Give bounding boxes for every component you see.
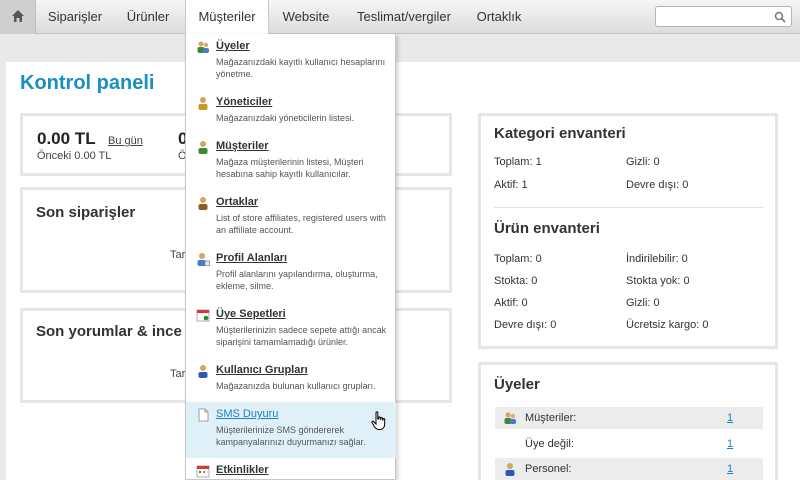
menu-item-customers[interactable]: Müşteriler Mağaza müşterilerinin listesi…	[186, 134, 396, 190]
cart-icon	[196, 309, 210, 322]
search-icon[interactable]	[774, 11, 786, 23]
nav-affiliate[interactable]: Ortaklık	[468, 0, 530, 34]
menu-item-title[interactable]: Ortaklar	[216, 196, 258, 208]
menu-item-title[interactable]: Profil Alanları	[216, 252, 287, 264]
sales-period-link[interactable]: Bu gün	[108, 135, 143, 147]
inventory-divider	[494, 207, 764, 208]
page-title: Kontrol paneli	[20, 72, 155, 94]
category-inventory-title: Kategori envanteri	[494, 125, 626, 142]
product-downloadable: İndirilebilir: 0	[626, 253, 688, 265]
home-button[interactable]	[0, 0, 36, 34]
recent-orders-text: Tar	[170, 249, 186, 261]
menu-item-members[interactable]: Üyeler Mağazanızdaki kayıtlı kullanıcı h…	[186, 34, 396, 90]
nav-products[interactable]: Ürünler	[114, 0, 182, 34]
admin-icon	[198, 97, 208, 110]
members-row-value[interactable]: 1	[727, 412, 733, 424]
menu-item-user-groups[interactable]: Kullanıcı Grupları Mağazanızda bulunan k…	[186, 358, 396, 402]
menu-item-affiliates[interactable]: Ortaklar List of store affiliates, regis…	[186, 190, 396, 246]
recent-orders-title: Son siparişler	[36, 204, 136, 221]
menu-item-desc: Mağazanızdaki yöneticilerin listesi.	[216, 113, 355, 123]
category-total: Toplam: 1	[494, 156, 542, 168]
menu-item-desc: Mağaza müşterilerinin listesi, Müşteri h…	[216, 157, 364, 179]
nav-website[interactable]: Website	[272, 0, 340, 34]
members-row-value[interactable]: 1	[727, 463, 733, 475]
menu-item-title[interactable]: Müşteriler	[216, 140, 269, 152]
menu-item-desc: Müşterilerinize SMS göndererek kampanyal…	[216, 425, 366, 447]
nav-shipping-taxes[interactable]: Teslimat/vergiler	[346, 0, 462, 34]
sms-icon	[198, 408, 209, 422]
nav-orders[interactable]: Siparişler	[38, 0, 112, 34]
menu-item-admins[interactable]: Yöneticiler Mağazanızdaki yöneticilerin …	[186, 90, 396, 134]
inventory-box: Kategori envanteri Toplam: 1 Gizli: 0 Ak…	[478, 113, 778, 349]
menu-item-events[interactable]: Etkinlikler	[186, 458, 396, 480]
recent-reviews-title: Son yorumlar & ince	[36, 323, 182, 340]
profile-fields-icon	[197, 253, 210, 266]
customers-icon	[504, 412, 516, 424]
menu-item-title[interactable]: Üye Sepetleri	[216, 308, 286, 320]
product-hidden: Gizli: 0	[626, 297, 660, 309]
staff-icon	[505, 463, 515, 476]
sales-previous: Önceki 0.00 TL	[37, 150, 112, 162]
members-row: Üye değil: 1	[495, 433, 763, 455]
top-navigation: Siparişler Ürünler Müşteriler Website Te…	[0, 0, 800, 35]
category-active: Aktif: 1	[494, 179, 528, 191]
customer-icon	[198, 141, 208, 154]
menu-item-title[interactable]: Kullanıcı Grupları	[216, 364, 308, 376]
product-disabled: Devre dışı: 0	[494, 319, 557, 331]
menu-item-title[interactable]: Üyeler	[216, 40, 250, 52]
product-free-shipping: Ücretsiz kargo: 0	[626, 319, 709, 331]
product-in-stock: Stokta: 0	[494, 275, 538, 287]
menu-item-title[interactable]: Etkinlikler	[216, 464, 269, 476]
nav-customers[interactable]: Müşteriler	[185, 0, 269, 35]
home-icon	[12, 10, 24, 22]
menu-item-profile-fields[interactable]: Profil Alanları Profil alanlarını yapıla…	[186, 246, 396, 302]
menu-item-member-carts[interactable]: Üye Sepetleri Müşterilerinizin sadece se…	[186, 302, 396, 358]
sales-amount: 0.00 TL	[37, 129, 96, 148]
members-row-label: Personel:	[525, 463, 572, 475]
members-row-value[interactable]: 1	[727, 438, 733, 450]
hand-cursor-icon	[371, 411, 386, 430]
members-row: Personel: 1	[495, 458, 763, 480]
menu-item-desc: Müşterilerinizin sadece sepete attığı an…	[216, 325, 387, 347]
affiliate-icon	[198, 197, 208, 210]
search-input[interactable]	[655, 6, 792, 27]
category-disabled: Devre dışı: 0	[626, 179, 689, 191]
customers-dropdown-menu: Üyeler Mağazanızdaki kayıtlı kullanıcı h…	[185, 34, 396, 480]
members-row-label: Müşteriler:	[525, 412, 577, 424]
user-groups-icon	[198, 365, 208, 378]
members-title: Üyeler	[494, 376, 540, 393]
menu-item-desc: Profil alanlarını yapılandırma, oluşturm…	[216, 269, 378, 291]
product-out-of-stock: Stokta yok: 0	[626, 275, 690, 287]
members-row: Müşteriler: 1	[495, 407, 763, 429]
menu-item-sms-announcement[interactable]: SMS Duyuru Müşterilerinize SMS gönderere…	[186, 402, 396, 458]
calendar-icon	[196, 465, 210, 478]
menu-item-desc: Mağazanızdaki kayıtlı kullanıcı hesaplar…	[216, 57, 386, 79]
members-row-label: Üye değil:	[525, 438, 574, 450]
users-icon	[197, 41, 209, 53]
menu-item-title[interactable]: Yöneticiler	[216, 96, 272, 108]
menu-item-desc: Mağazanızda bulunan kullanıcı grupları.	[216, 381, 376, 391]
recent-reviews-text: Tar	[170, 368, 186, 380]
menu-item-desc: List of store affiliates, registered use…	[216, 213, 386, 235]
product-inventory-title: Ürün envanteri	[494, 220, 600, 237]
menu-item-title[interactable]: SMS Duyuru	[216, 408, 278, 420]
product-total: Toplam: 0	[494, 253, 542, 265]
product-active: Aktif: 0	[494, 297, 528, 309]
category-hidden: Gizli: 0	[626, 156, 660, 168]
